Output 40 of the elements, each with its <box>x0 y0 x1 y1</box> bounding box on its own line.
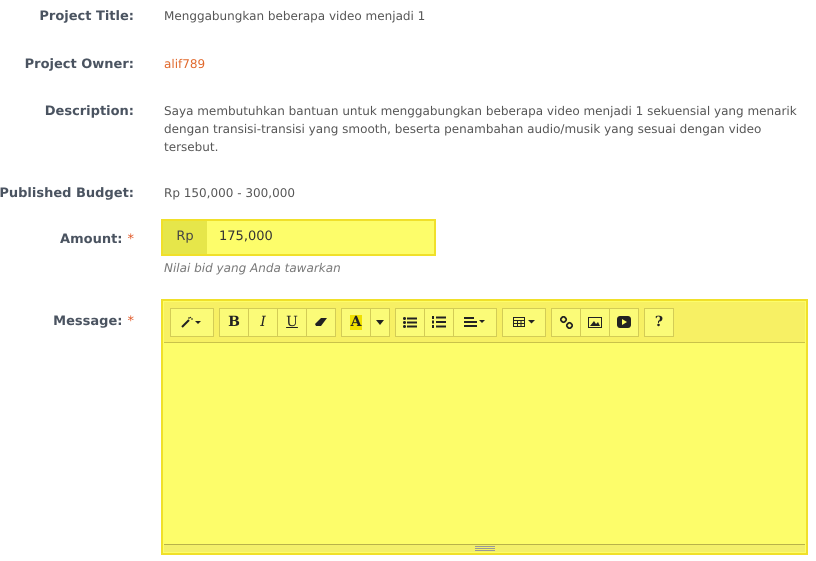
eraser-button[interactable] <box>306 308 336 336</box>
required-marker: * <box>128 230 134 248</box>
field-label: Message: <box>53 312 122 330</box>
toolbar-button[interactable]: I <box>248 308 278 336</box>
field-label: Project Title: <box>39 8 134 26</box>
caret-icon <box>376 320 384 324</box>
eraser-icon <box>314 317 328 327</box>
caret-button[interactable] <box>370 308 390 336</box>
align-icon <box>464 317 486 327</box>
toolbar-button[interactable]: A <box>341 308 371 336</box>
field-label: Amount: <box>60 230 122 248</box>
field-value: Saya membutuhkan bantuan untuk menggabungkan beberapa video menjadi 1 sekuensial yang menarik dengan transisi-transisi yang smooth, beserta penambahan audio/musik yang sesuai dengan video tersebut. <box>163 103 798 156</box>
toolbar-button[interactable]: B <box>219 308 249 336</box>
video-button[interactable] <box>609 308 639 336</box>
magic-wand-icon <box>181 316 203 328</box>
table-button[interactable] <box>502 308 546 336</box>
field-label: Published Budget: <box>0 185 134 203</box>
link-button[interactable] <box>551 308 581 336</box>
toolbar-button[interactable]: U <box>277 308 307 336</box>
image-button[interactable] <box>580 308 610 336</box>
required-marker: * <box>128 312 134 330</box>
table-icon <box>512 317 536 327</box>
amount-field[interactable]: Rp 175,000 <box>161 218 436 256</box>
field-label: Description: <box>44 103 134 121</box>
bullet-list-icon <box>403 316 417 328</box>
image-icon <box>588 316 602 328</box>
resize-handle-icon[interactable] <box>474 546 494 550</box>
hint-text: Nilai bid yang Anda tawarkan <box>163 260 342 276</box>
field-value: Rp 150,000 - 300,000 <box>163 185 296 202</box>
align-button[interactable] <box>453 308 497 336</box>
numbers-button[interactable] <box>424 308 454 336</box>
currency-prefix: Rp <box>163 220 207 254</box>
field-value: Menggabungkan beberapa video menjadi 1 <box>163 8 426 25</box>
field-label: Project Owner: <box>24 56 134 74</box>
numbered-list-icon <box>432 316 446 328</box>
link-icon <box>560 316 572 328</box>
magic-button[interactable] <box>170 308 214 336</box>
toolbar-button[interactable]: ? <box>644 308 674 336</box>
bullets-button[interactable] <box>395 308 425 336</box>
video-icon <box>617 316 631 328</box>
